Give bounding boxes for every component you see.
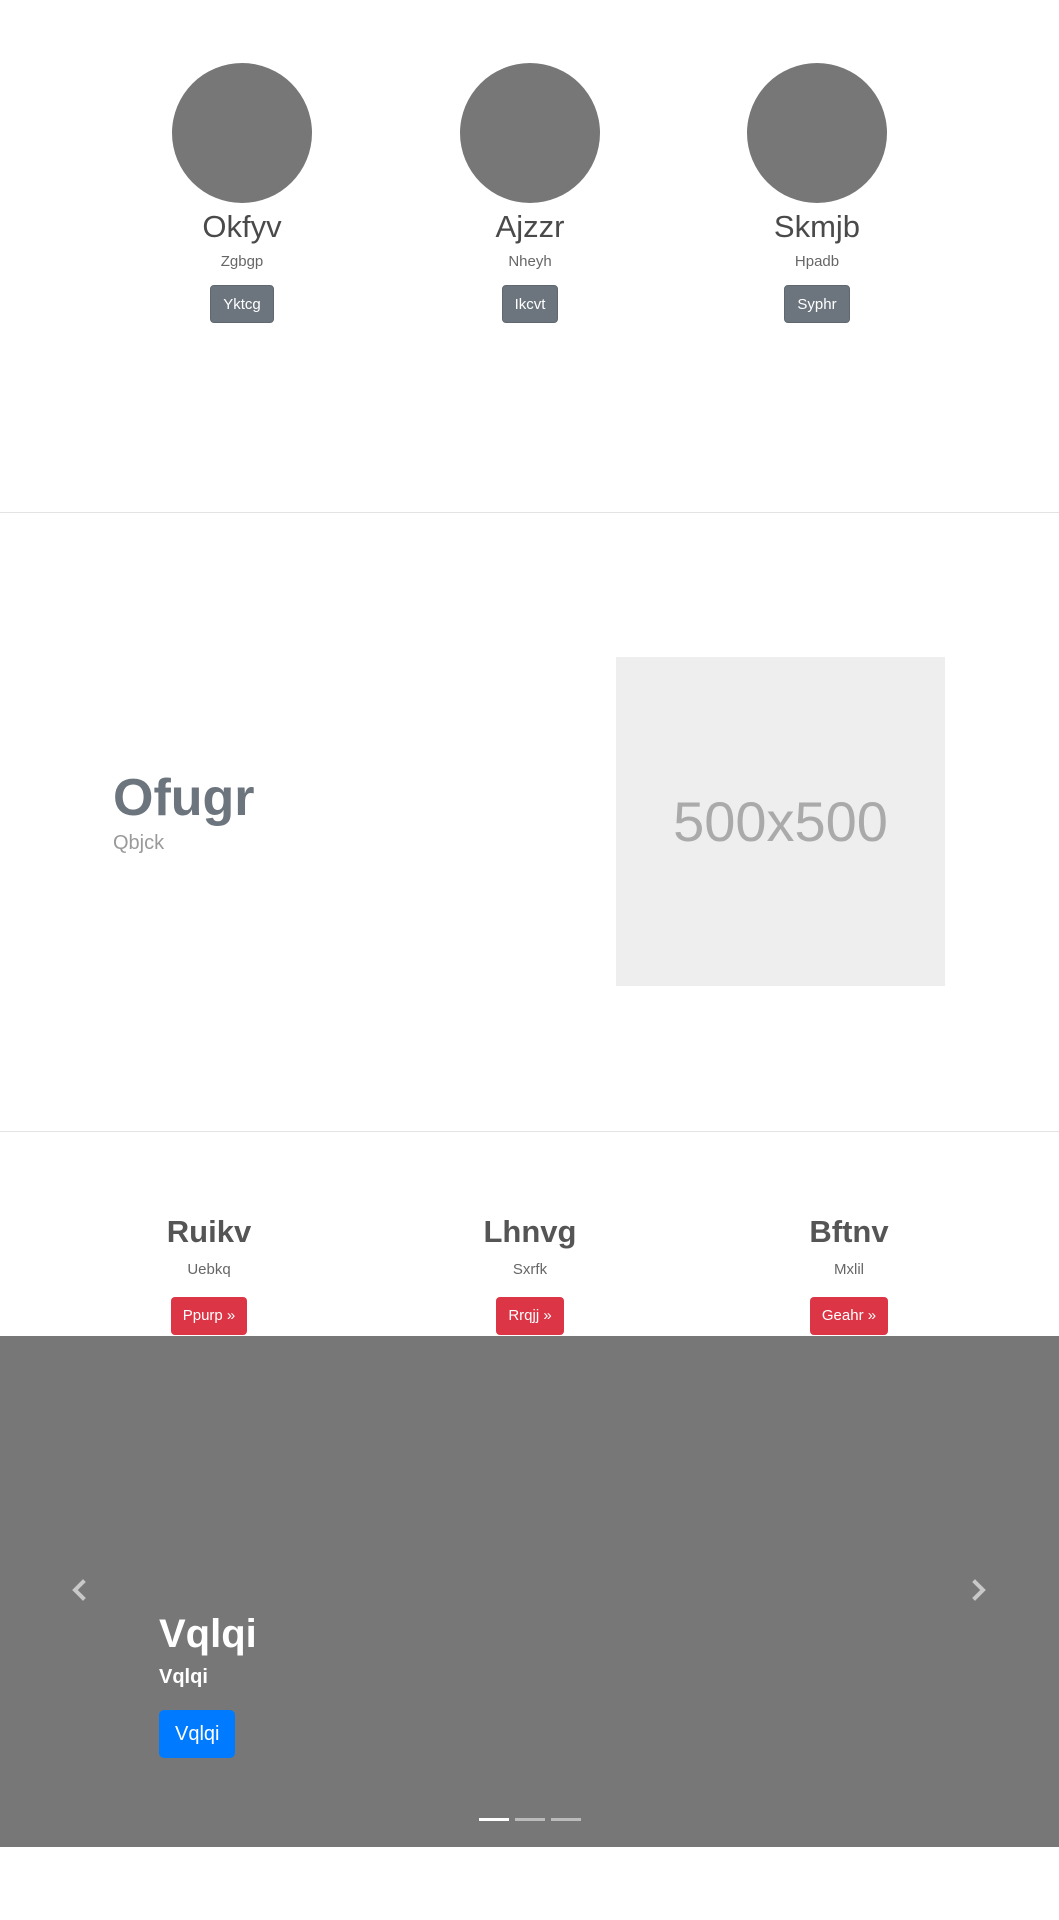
column-card: Ruikv Uebkq Ppurp » [109, 1212, 309, 1335]
carousel-indicators [479, 1818, 581, 1821]
member-button[interactable]: Syphr [784, 285, 850, 323]
member-button[interactable]: Ikcvt [501, 285, 559, 323]
avatar [747, 63, 887, 203]
member-name: Ajzzr [495, 209, 565, 244]
carousel-subtitle: Vqlqi [159, 1666, 208, 1688]
carousel-title: Vqlqi [159, 1612, 257, 1656]
page: Okfyv Zgbgp Yktcg Ajzzr Nheyh Ikcvt Skmj… [0, 0, 1059, 1920]
carousel-prev-button[interactable] [64, 1575, 94, 1605]
team-member-card: Skmjb Hpadb Syphr [697, 63, 937, 323]
member-role: Hpadb [794, 253, 840, 270]
member-button[interactable]: Yktcg [210, 285, 274, 323]
carousel-indicator[interactable] [551, 1818, 581, 1821]
team-member-card: Ajzzr Nheyh Ikcvt [410, 63, 650, 323]
column-title: Lhnvg [483, 1214, 577, 1249]
section-divider [0, 1131, 1059, 1132]
column-button[interactable]: Rrqjj » [496, 1297, 564, 1335]
team-section: Okfyv Zgbgp Yktcg Ajzzr Nheyh Ikcvt Skmj… [0, 0, 1059, 512]
member-name: Okfyv [202, 209, 282, 244]
team-member-card: Okfyv Zgbgp Yktcg [122, 63, 362, 323]
chevron-left-icon [72, 1579, 86, 1601]
carousel-cta-button[interactable]: Vqlqi [159, 1710, 236, 1758]
column-button[interactable]: Ppurp » [170, 1297, 248, 1335]
avatar [460, 63, 600, 203]
column-text: Mxlil [834, 1261, 864, 1278]
column-title: Ruikv [166, 1214, 252, 1249]
carousel-indicator[interactable] [479, 1818, 509, 1821]
footer [0, 1847, 1059, 1920]
chevron-right-icon [972, 1579, 986, 1601]
placeholder-image: 500x500 [616, 657, 945, 986]
column-card: Bftnv Mxlil Geahr » [749, 1212, 949, 1335]
section-divider [0, 512, 1059, 513]
placeholder-label: 500x500 [673, 790, 888, 853]
avatar [172, 63, 312, 203]
column-button[interactable]: Geahr » [809, 1297, 889, 1335]
feature-subheading: Qbjck [113, 832, 165, 854]
member-role: Nheyh [508, 253, 552, 270]
column-card: Lhnvg Sxrfk Rrqjj » [430, 1212, 630, 1335]
carousel: Vqlqi Vqlqi Vqlqi [0, 1336, 1059, 1847]
column-title: Bftnv [809, 1214, 889, 1249]
column-text: Sxrfk [512, 1261, 548, 1278]
member-name: Skmjb [773, 209, 861, 244]
column-text: Uebkq [187, 1261, 231, 1278]
carousel-indicator[interactable] [515, 1818, 545, 1821]
carousel-next-button[interactable] [964, 1575, 994, 1605]
member-role: Zgbgp [220, 253, 264, 270]
carousel-caption: Vqlqi Vqlqi Vqlqi [159, 1610, 257, 1758]
feature-heading: Ofugr [113, 769, 255, 827]
